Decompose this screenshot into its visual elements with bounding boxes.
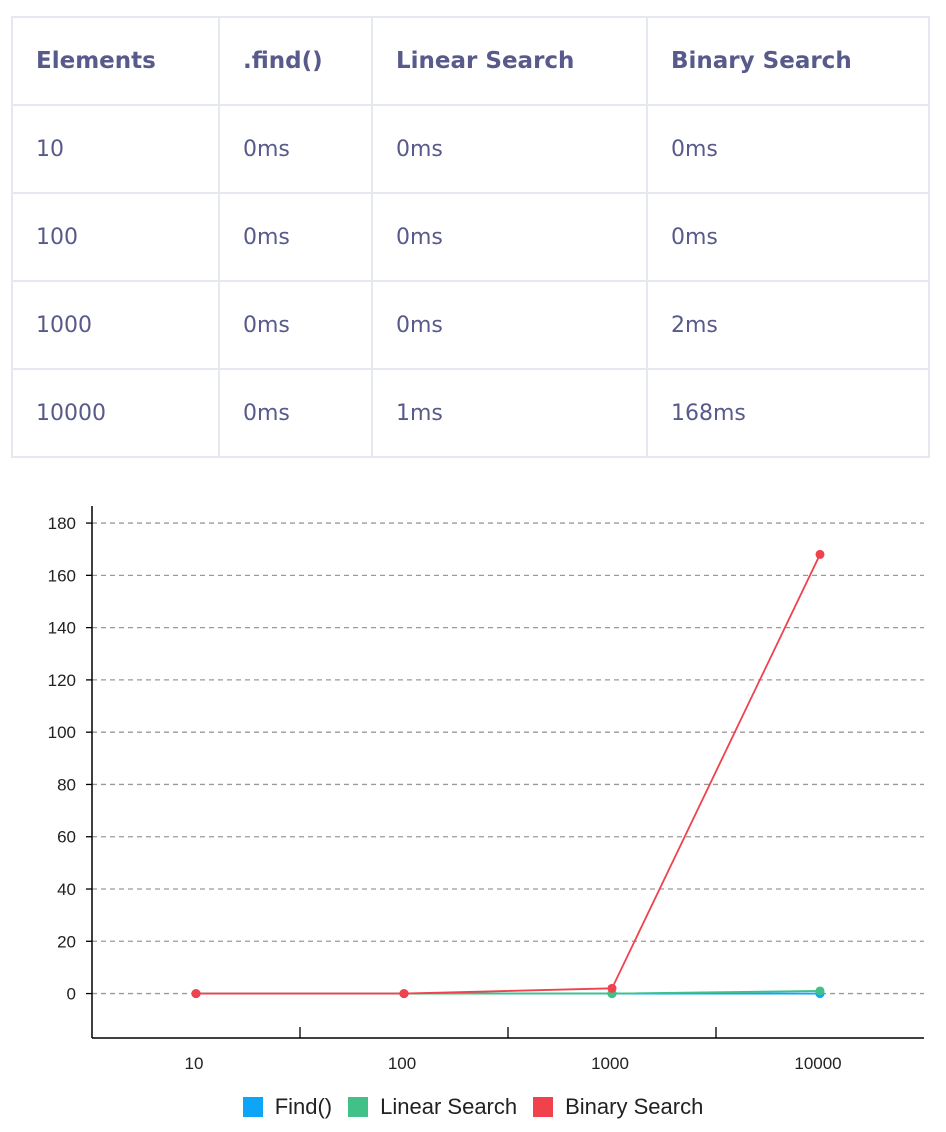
cell-find: 0ms (218, 104, 373, 194)
legend-label-linear-search: Linear Search (380, 1094, 518, 1119)
x-tick-label: 10 (185, 1054, 204, 1073)
y-tick-label: 160 (48, 566, 76, 585)
cell-elements: 10 (11, 104, 220, 194)
y-tick-label: 120 (48, 671, 76, 690)
y-tick-label: 20 (57, 932, 76, 951)
header-linear-search: Linear Search (371, 16, 648, 106)
header-elements: Elements (11, 16, 220, 106)
header-find: .find() (218, 16, 373, 106)
y-tick-label: 100 (48, 723, 76, 742)
header-binary-search: Binary Search (646, 16, 930, 106)
cell-elements: 10000 (11, 368, 220, 458)
y-tick-label: 40 (57, 880, 76, 899)
y-tick-label: 180 (48, 514, 76, 533)
cell-linear: 0ms (371, 104, 648, 194)
x-tick-label: 100 (388, 1054, 416, 1073)
legend-item-find[interactable]: Find() (242, 1094, 333, 1120)
cell-find: 0ms (218, 368, 373, 458)
table-row: 100 0ms 0ms 0ms (11, 192, 930, 282)
cell-find: 0ms (218, 192, 373, 282)
y-tick-label: 60 (57, 828, 76, 847)
y-tick-label: 0 (67, 985, 76, 1004)
cell-linear: 1ms (371, 368, 648, 458)
cell-elements: 1000 (11, 280, 220, 370)
chart-legend: Find() Linear Search Binary Search (0, 1094, 946, 1120)
legend-swatch-linear-search (348, 1097, 369, 1117)
data-point-binary-search (191, 989, 201, 999)
x-tick-label: 10000 (794, 1054, 841, 1073)
table-header-row: Elements .find() Linear Search Binary Se… (11, 16, 930, 106)
cell-binary: 0ms (646, 104, 930, 194)
data-point-binary-search (607, 983, 617, 993)
series-line-binary-search (196, 554, 821, 995)
line-chart: 0 20 40 60 80 100 120 140 160 180 10 100 1000 10000 (48, 506, 924, 1073)
results-table: Elements .find() Linear Search Binary Se… (11, 16, 930, 458)
cell-linear: 0ms (371, 192, 648, 282)
legend-label-find: Find() (274, 1094, 333, 1119)
cell-binary: 0ms (646, 192, 930, 282)
table-row: 10000 0ms 1ms 168ms (11, 368, 930, 458)
table-row: 10 0ms 0ms 0ms (11, 104, 930, 194)
legend-swatch-binary-search (533, 1097, 554, 1117)
cell-linear: 0ms (371, 280, 648, 370)
cell-find: 0ms (218, 280, 373, 370)
cell-elements: 100 (11, 192, 220, 282)
data-point-binary-search (399, 989, 409, 999)
x-tick-label: 1000 (591, 1054, 629, 1073)
legend-swatch-find (242, 1097, 263, 1117)
cell-binary: 168ms (646, 368, 930, 458)
data-point-binary-search (815, 549, 825, 559)
legend-item-linear-search[interactable]: Linear Search (348, 1094, 517, 1120)
table-row: 1000 0ms 0ms 2ms (11, 280, 930, 370)
y-tick-label: 80 (57, 775, 76, 794)
y-tick-label: 140 (48, 619, 76, 638)
legend-item-binary-search[interactable]: Binary Search (533, 1094, 703, 1120)
data-point-linear-search (815, 986, 825, 996)
legend-label-binary-search: Binary Search (565, 1094, 704, 1119)
cell-binary: 2ms (646, 280, 930, 370)
